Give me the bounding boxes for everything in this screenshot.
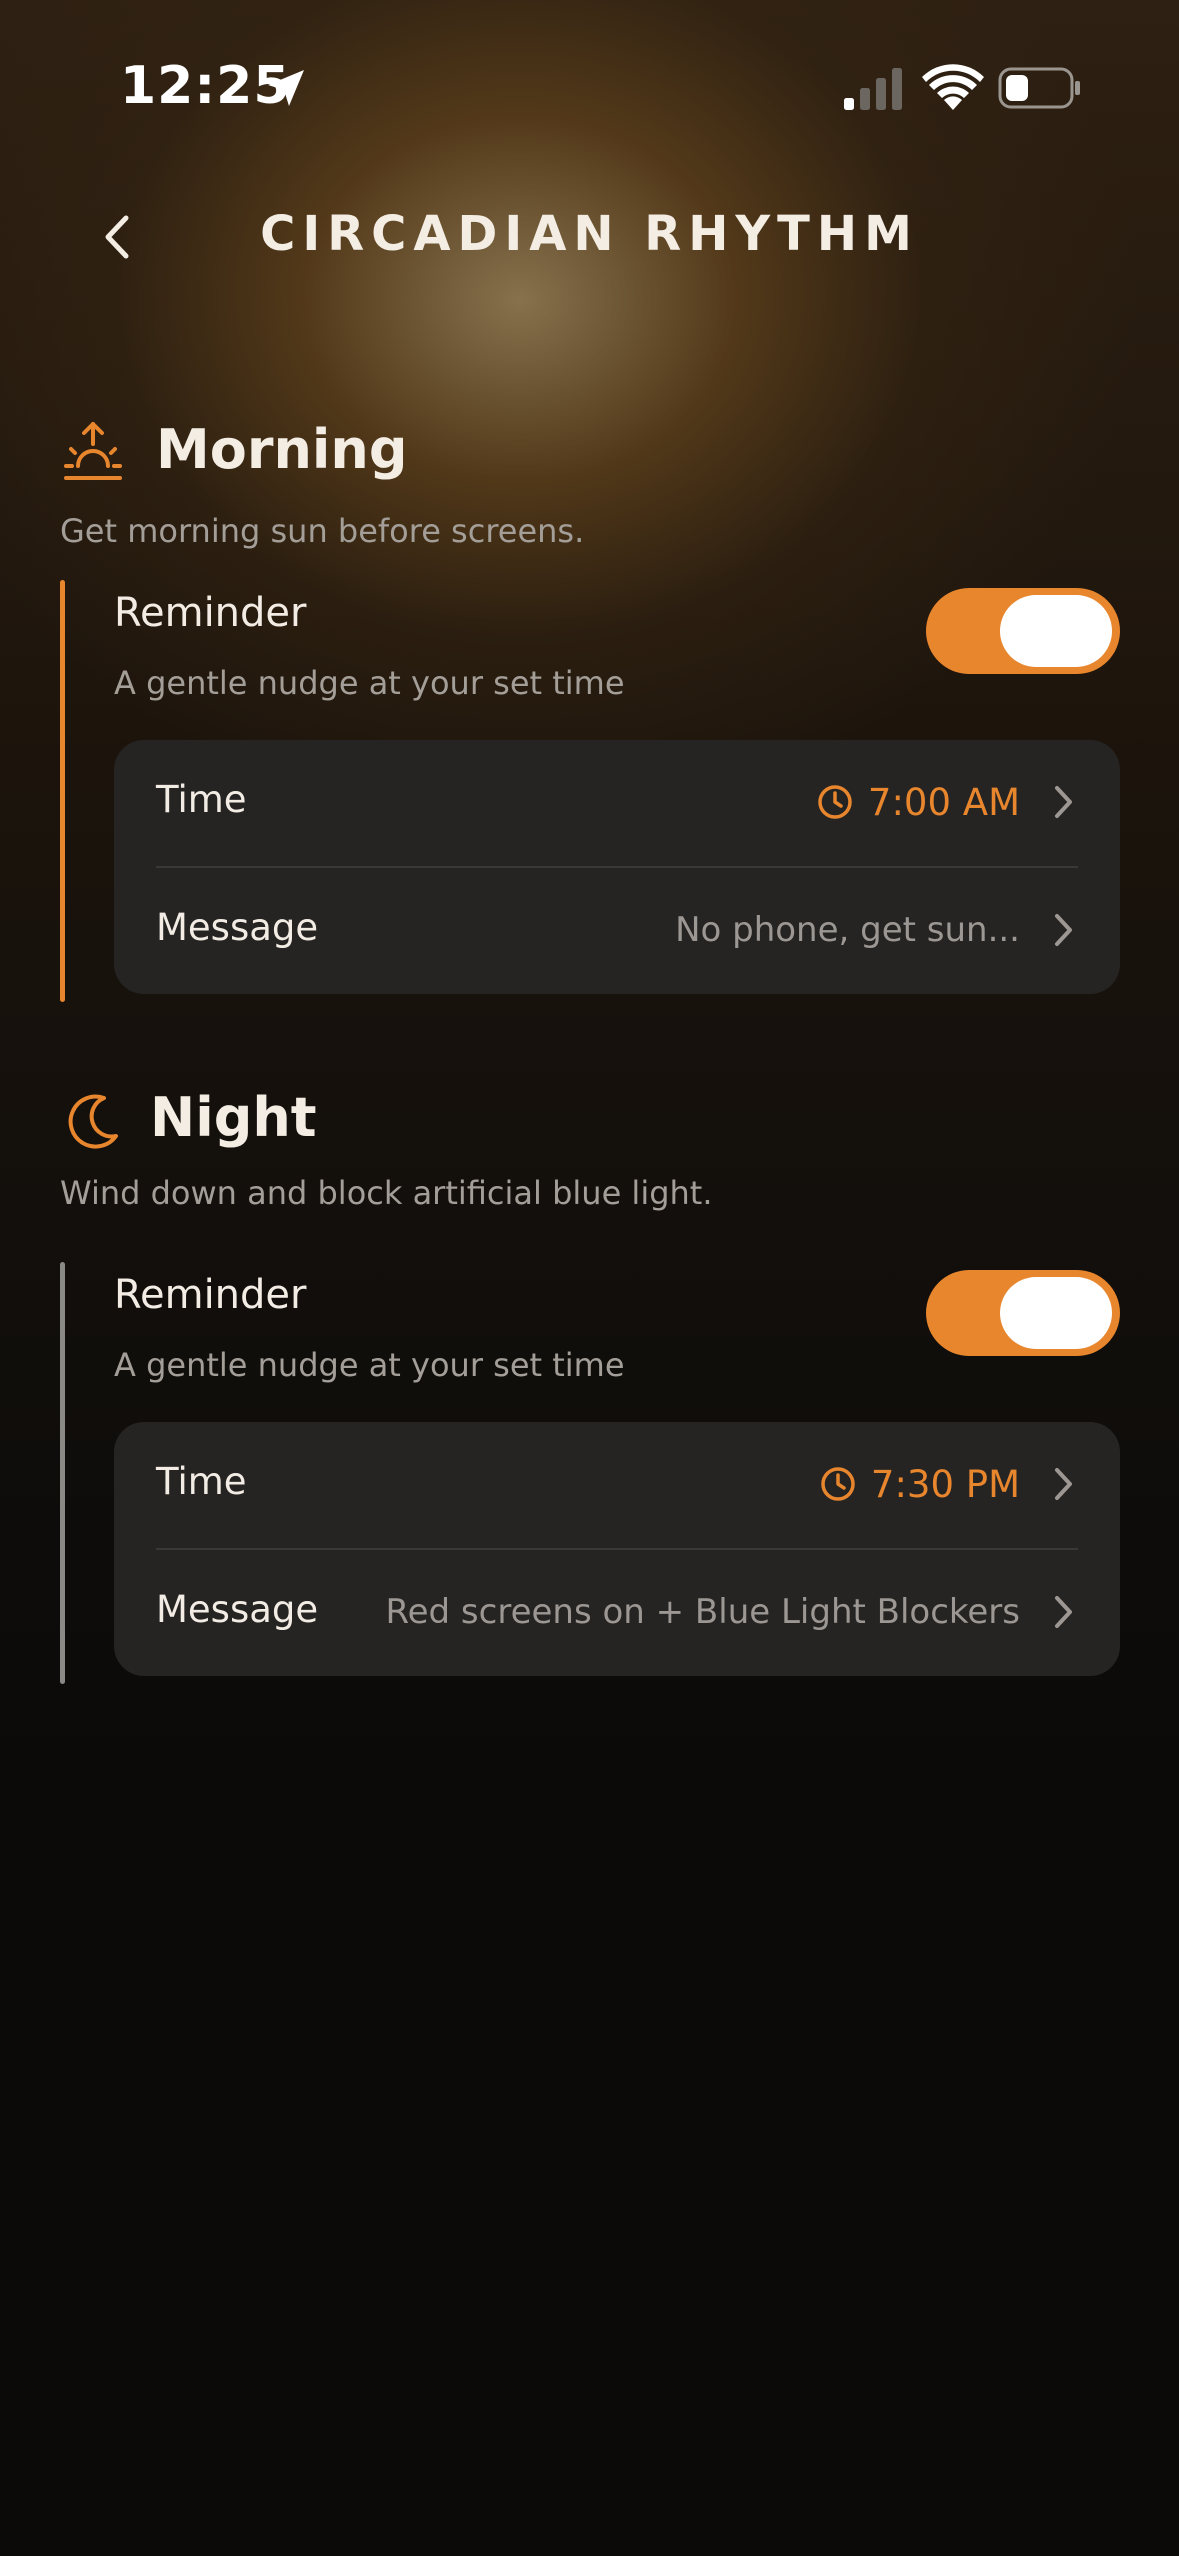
section-title: Morning [156,418,408,481]
location-arrow-icon [268,70,304,106]
section-header: Morning [60,412,1120,492]
moon-icon [68,1094,118,1149]
sunrise-icon [64,422,122,480]
section-title: Night [150,1086,317,1149]
chevron-right-icon [1055,1468,1072,1500]
section-header: Night [60,1080,1120,1160]
reminder-subtitle: A gentle nudge at your set time [114,1346,625,1384]
reminder-block: Reminder A gentle nudge at your set time… [60,1262,1120,1684]
accent-bar [60,1262,65,1684]
time-row[interactable]: Time 7:00 AM [156,740,1078,866]
reminder-toggle[interactable] [926,1270,1120,1356]
chevron-right-icon [1055,914,1072,946]
wifi-icon [922,64,984,110]
reminder-subtitle: A gentle nudge at your set time [114,664,625,702]
time-row[interactable]: Time 7:30 PM [156,1422,1078,1548]
row-value: 7:30 PM [819,1456,1078,1512]
settings-card: Time 7:00 AM Message No phone, get sun..… [114,740,1120,994]
chevron-right-icon [1055,1596,1072,1628]
row-value: 7:00 AM [816,774,1078,830]
reminder-title: Reminder [114,1272,307,1318]
row-label: Message [156,906,319,949]
row-value: No phone, get sun... [675,902,1078,958]
message-value: No phone, get sun... [675,910,1020,950]
toggle-knob [1000,1277,1112,1349]
clock-icon [821,1467,855,1501]
row-value: Red screens on + Blue Light Blockers [386,1584,1078,1640]
cellular-signal-icon [844,68,902,110]
battery-icon [998,67,1080,109]
reminder-title: Reminder [114,590,307,636]
clock-icon [818,785,852,819]
chevron-right-icon [1055,786,1072,818]
section-description: Get morning sun before screens. [60,512,585,550]
row-label: Message [156,1588,319,1631]
toggle-knob [1000,595,1112,667]
section-description: Wind down and block artificial blue ligh… [60,1174,713,1212]
morning-section: Morning Get morning sun before screens. … [60,412,1120,1012]
accent-bar [60,580,65,1002]
time-value: 7:30 PM [870,1462,1020,1506]
settings-card: Time 7:30 PM Message Red screens on + Bl… [114,1422,1120,1676]
page-title: CIRCADIAN RHYTHM [260,206,919,262]
row-label: Time [156,1460,247,1503]
reminder-toggle[interactable] [926,588,1120,674]
message-row[interactable]: Message No phone, get sun... [156,868,1078,994]
time-value: 7:00 AM [867,780,1020,824]
message-row[interactable]: Message Red screens on + Blue Light Bloc… [156,1550,1078,1676]
row-label: Time [156,778,247,821]
circadian-rhythm-screen: 12:25 CIRCADIAN RHYTHM Morning Get morni… [0,0,1179,2556]
night-section: Night Wind down and block artificial blu… [60,1080,1120,1684]
message-value: Red screens on + Blue Light Blockers [385,1592,1020,1632]
reminder-block: Reminder A gentle nudge at your set time… [60,580,1120,1002]
header: CIRCADIAN RHYTHM [0,196,1179,276]
status-bar: 12:25 [0,48,1179,128]
